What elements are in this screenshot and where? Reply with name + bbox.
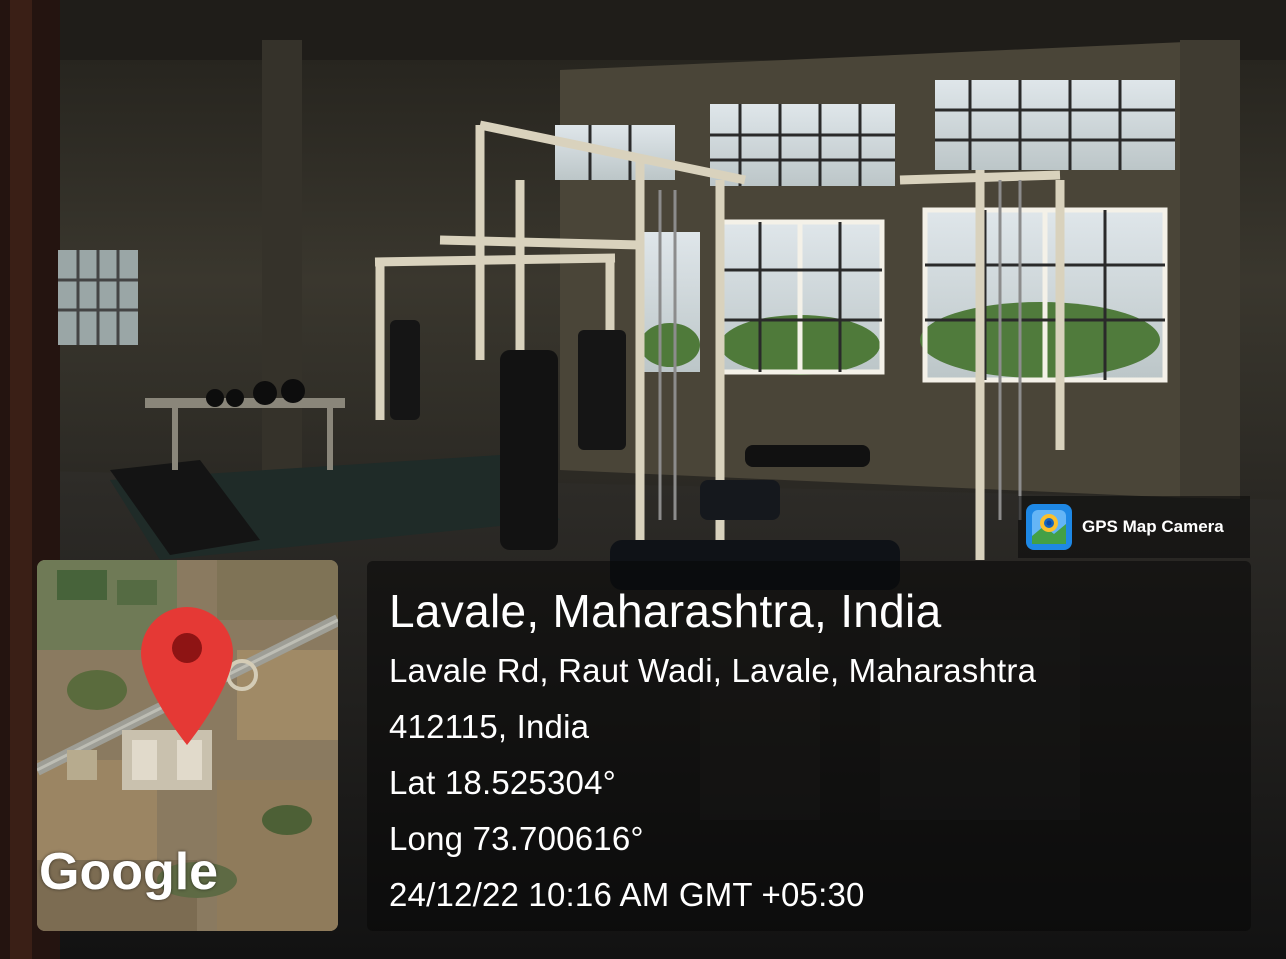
google-wordmark: Google (39, 843, 219, 901)
gps-map-camera-badge: GPS Map Camera (1018, 496, 1250, 558)
location-title: Lavale, Maharashtra, India (389, 585, 942, 637)
gps-map-camera-icon (1026, 504, 1072, 550)
location-info-panel: Lavale, Maharashtra, India Lavale Rd, Ra… (367, 561, 1251, 931)
gps-map-camera-label: GPS Map Camera (1082, 517, 1224, 536)
longitude-readout: Long 73.700616° (389, 820, 644, 857)
timestamp-readout: 24/12/22 10:16 AM GMT +05:30 (389, 876, 865, 913)
latitude-readout: Lat 18.525304° (389, 764, 617, 801)
location-map-thumbnail[interactable]: Google (37, 560, 338, 931)
address-line-1: Lavale Rd, Raut Wadi, Lavale, Maharashtr… (389, 652, 1037, 689)
address-line-2: 412115, India (389, 708, 590, 745)
